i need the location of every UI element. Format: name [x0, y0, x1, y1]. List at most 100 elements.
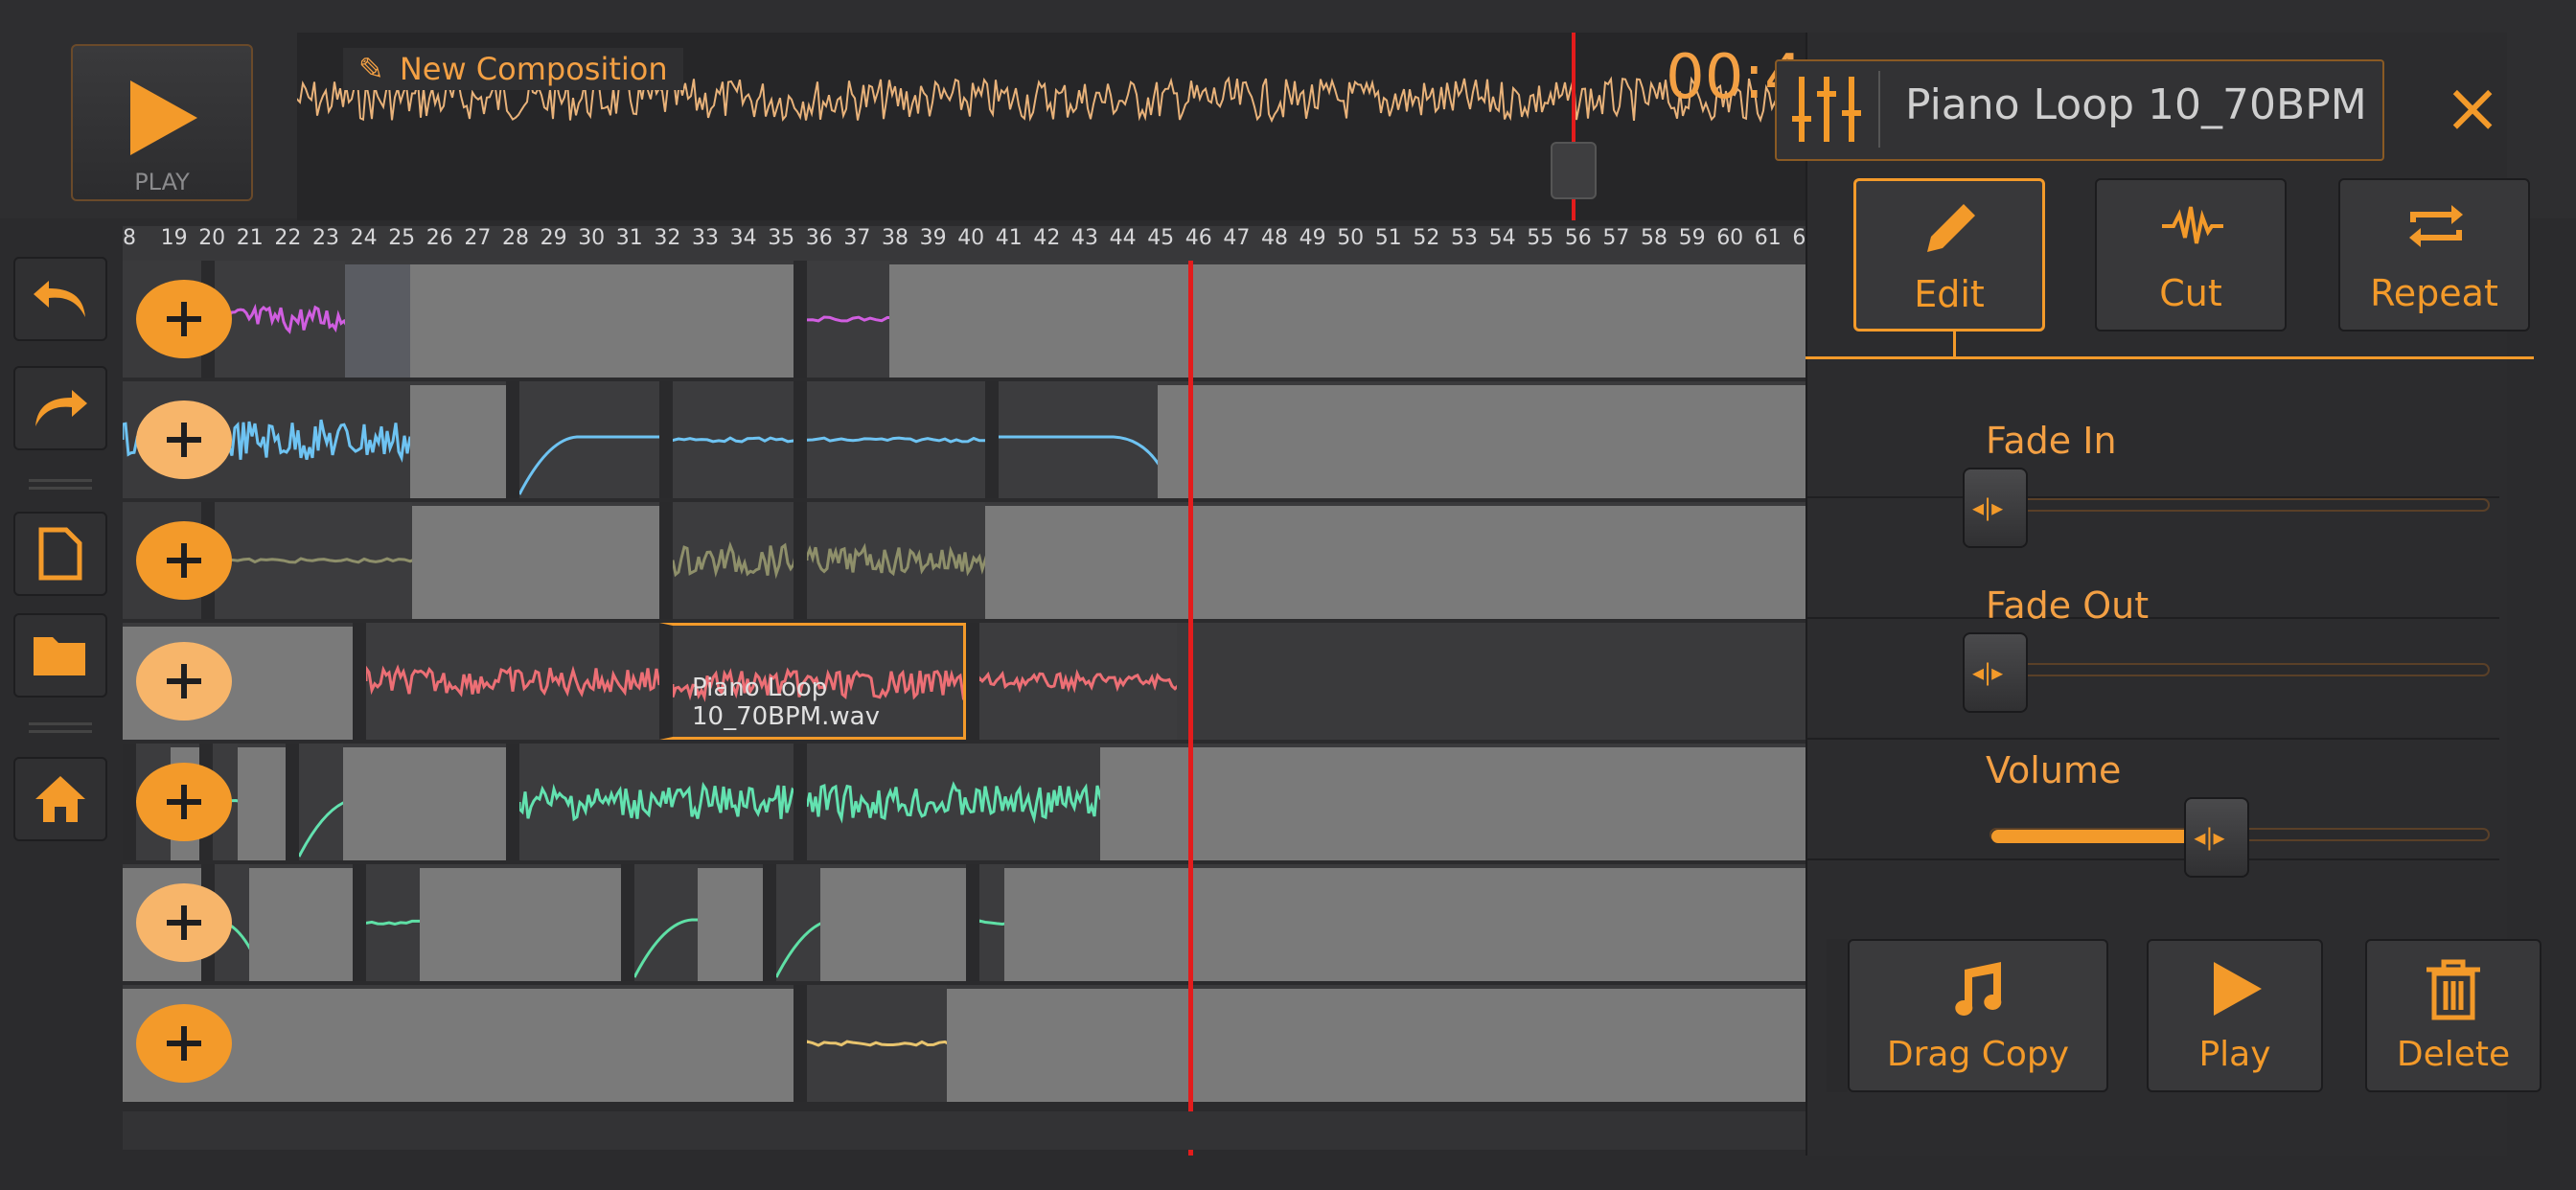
ruler-tick: 43: [1071, 226, 1098, 250]
open-folder-button[interactable]: [13, 613, 107, 698]
delete-button[interactable]: Delete: [2365, 939, 2542, 1092]
drag-grip[interactable]: [1827, 939, 1848, 1092]
sidebar-divider: [29, 479, 92, 482]
clip-waveform: [673, 436, 803, 444]
ruler-tick: 37: [843, 226, 871, 250]
ruler-tick: 58: [1641, 226, 1668, 250]
add-track-button[interactable]: [136, 521, 232, 600]
ruler-tick: 23: [312, 226, 339, 250]
repeat-button[interactable]: Repeat: [2338, 178, 2530, 332]
ruler-tick: 21: [236, 226, 264, 250]
audio-clip[interactable]: [966, 864, 1004, 981]
open-folder-icon: [34, 637, 85, 675]
undo-button[interactable]: [13, 257, 107, 341]
clip-waveform: [215, 557, 412, 564]
ruler-tick: 39: [919, 226, 947, 250]
ruler-tick: 57: [1602, 226, 1630, 250]
track-lane[interactable]: [410, 506, 1809, 619]
cut-button[interactable]: Cut: [2095, 178, 2287, 332]
audio-clip[interactable]: [506, 744, 813, 860]
ruler-tick: 61: [1754, 226, 1782, 250]
ruler-tick: 42: [1033, 226, 1061, 250]
plus-icon: [167, 423, 201, 457]
audio-clip[interactable]: [353, 864, 420, 981]
audio-clip[interactable]: [659, 381, 803, 498]
track-row[interactable]: [123, 261, 1809, 378]
track-row[interactable]: [123, 744, 1809, 860]
fade-in-handle[interactable]: [1963, 468, 2028, 548]
repeat-label: Repeat: [2370, 272, 2498, 314]
ruler-tick: 45: [1147, 226, 1175, 250]
drag-copy-button[interactable]: Drag Copy: [1848, 939, 2108, 1092]
active-tool-line: [1806, 356, 2534, 359]
track-row[interactable]: [123, 381, 1809, 498]
selected-clip[interactable]: Piano Loop 10_70BPM.wav: [659, 623, 966, 740]
music-note-icon: [1955, 962, 2002, 1016]
horizontal-scrollbar[interactable]: [123, 1111, 1809, 1150]
add-track-button[interactable]: [136, 883, 232, 962]
fade-out-handle[interactable]: [1963, 632, 2028, 713]
add-track-button[interactable]: [136, 642, 232, 721]
clip-waveform: [634, 918, 698, 978]
volume-handle[interactable]: [2184, 797, 2250, 878]
overview-scrub-handle[interactable]: [1551, 142, 1597, 199]
ruler-tick: 53: [1451, 226, 1478, 250]
ruler-tick: 48: [1261, 226, 1288, 250]
track-row[interactable]: [123, 502, 1809, 619]
track-row[interactable]: [123, 864, 1809, 981]
audio-clip[interactable]: [286, 744, 343, 860]
audio-clip[interactable]: [794, 985, 947, 1102]
audio-clip[interactable]: [985, 381, 1158, 498]
ruler-tick: 46: [1184, 226, 1212, 250]
track-lane[interactable]: [123, 989, 1809, 1102]
clip-play-label: Play: [2198, 1035, 2271, 1074]
plus-icon: [167, 302, 201, 336]
ruler-tick: 25: [388, 226, 416, 250]
track-row[interactable]: [123, 985, 1809, 1102]
play-button[interactable]: PLAY: [71, 44, 253, 201]
plus-icon: [167, 1026, 201, 1061]
add-track-button[interactable]: [136, 280, 232, 358]
sidebar-divider: [29, 730, 92, 733]
audio-clip[interactable]: [794, 261, 889, 378]
clip-waveform: [807, 436, 985, 444]
clip-play-button[interactable]: Play: [2147, 939, 2323, 1092]
composition-title[interactable]: ✎ New Composition: [343, 48, 683, 90]
ruler-tick: 56: [1564, 226, 1592, 250]
playhead[interactable]: [1188, 261, 1193, 1156]
volume-label: Volume: [1986, 749, 2122, 791]
audio-clip[interactable]: [794, 744, 1100, 860]
audio-clip[interactable]: [201, 502, 412, 619]
timeline-ruler[interactable]: 8 19 20 21 22 23 24 25 26 27 28 29 30 31 32 33 34 35 36 37 3…: [123, 226, 1819, 261]
panel-divider: [1806, 738, 2499, 740]
track-row[interactable]: Piano Loop 10_70BPM.wav: [123, 623, 1809, 740]
ruler-tick: 41: [995, 226, 1023, 250]
audio-clip[interactable]: [763, 864, 820, 981]
ruler-tick: 35: [768, 226, 795, 250]
ruler-tick: 38: [882, 226, 908, 250]
audio-clip[interactable]: [621, 864, 698, 981]
audio-clip[interactable]: [794, 381, 985, 498]
new-file-button[interactable]: [13, 512, 107, 596]
edit-button[interactable]: Edit: [1853, 178, 2045, 332]
track-area[interactable]: Piano Loop 10_70BPM.wav: [123, 261, 1809, 1104]
home-icon: [35, 776, 85, 822]
undo-icon: [34, 281, 85, 317]
audio-clip[interactable]: [966, 623, 1177, 740]
add-track-button[interactable]: [136, 1004, 232, 1083]
audio-clip[interactable]: [353, 623, 659, 740]
fade-out-slider[interactable]: [1990, 663, 2490, 676]
ruler-tick: 26: [426, 226, 453, 250]
add-track-button[interactable]: [136, 400, 232, 479]
audio-clip[interactable]: [794, 502, 985, 619]
track-lane[interactable]: [410, 264, 1809, 378]
redo-button[interactable]: [13, 366, 107, 450]
home-button[interactable]: [13, 757, 107, 841]
clip-waveform: [776, 922, 820, 978]
ruler-tick: 31: [615, 226, 643, 250]
close-icon[interactable]: ×: [2442, 73, 2503, 142]
clip-waveform: [807, 542, 985, 577]
add-track-button[interactable]: [136, 763, 232, 841]
fade-in-slider[interactable]: [1990, 498, 2490, 512]
ruler-tick: 8: [123, 226, 136, 250]
